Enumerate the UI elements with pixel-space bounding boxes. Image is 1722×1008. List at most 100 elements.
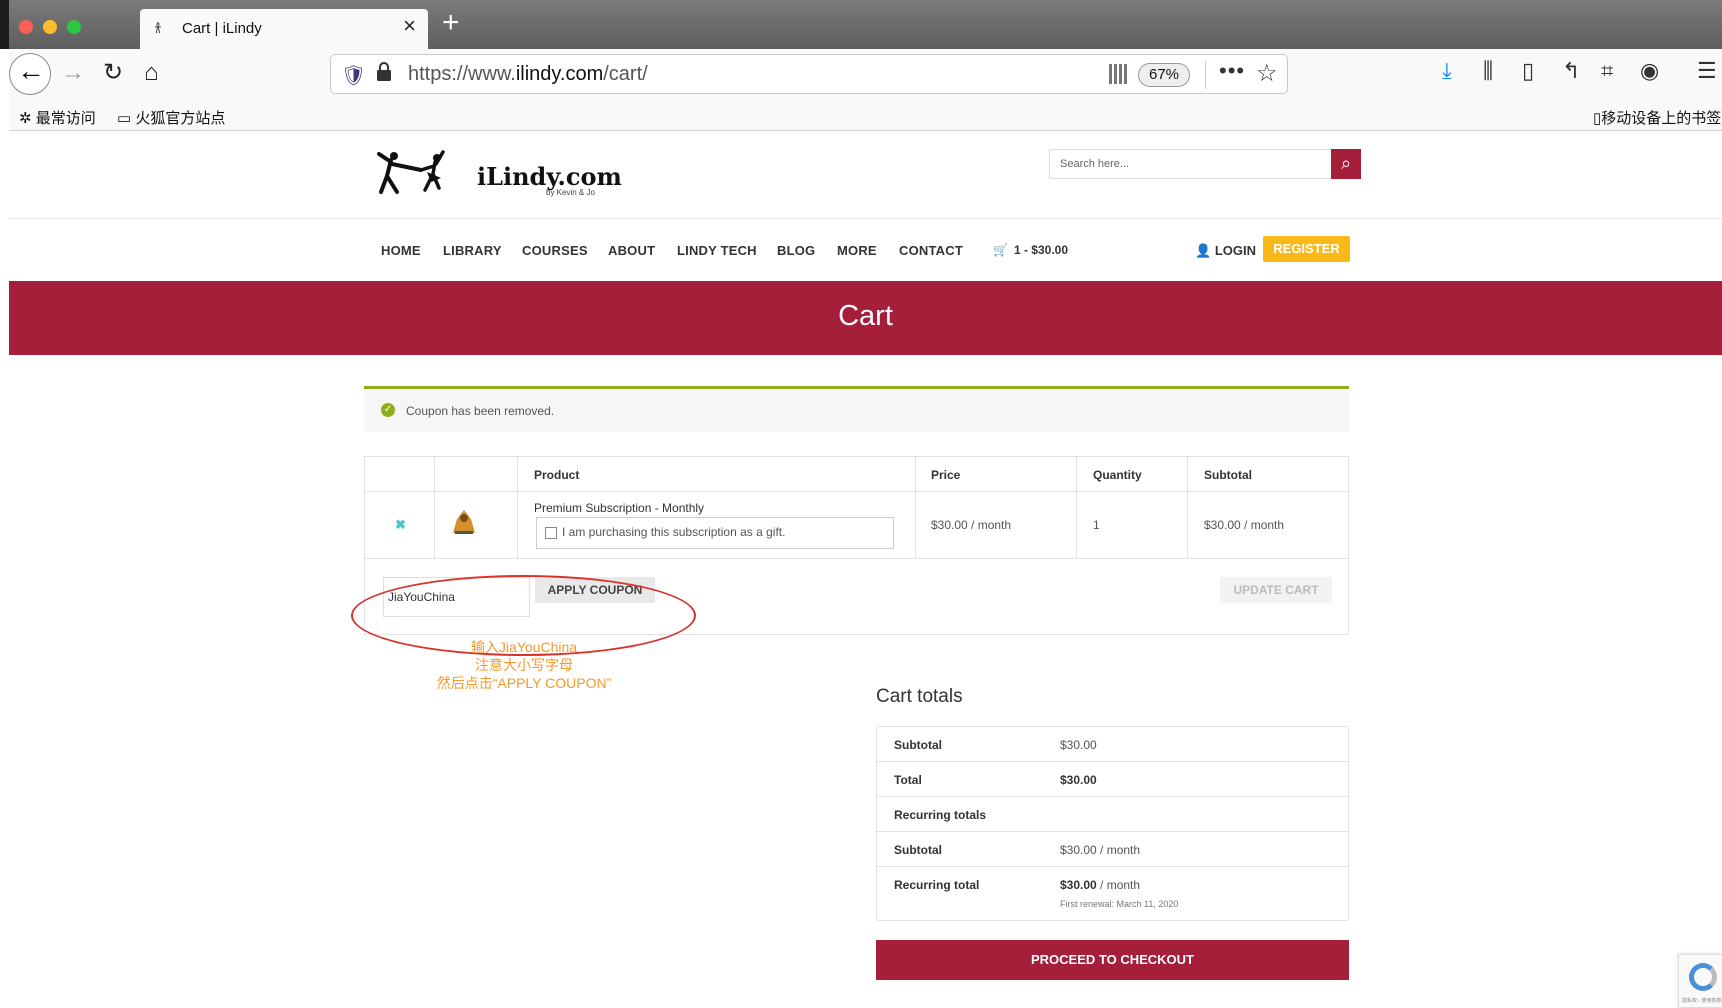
product-name[interactable]: Premium Subscription - Monthly bbox=[534, 501, 704, 515]
proceed-to-checkout-button[interactable]: PROCEED TO CHECKOUT bbox=[876, 940, 1349, 980]
crop-icon[interactable]: ⌗ bbox=[1601, 60, 1613, 82]
home-button[interactable]: ⌂ bbox=[144, 61, 159, 85]
bookmarks-bar: ✲ 最常访问 ▭ 火狐官方站点 ▯移动设备上的书签 bbox=[9, 103, 1722, 131]
browser-toolbar: ← → ↻ ⌂ 🛡 https://www.ilindy.com/cart/ 6… bbox=[9, 49, 1722, 103]
tab-title: Cart | iLindy bbox=[182, 20, 262, 37]
forward-button[interactable]: → bbox=[61, 61, 85, 85]
recurring-subtotal-label: Subtotal bbox=[894, 843, 942, 857]
coupon-notice: ✓ Coupon has been removed. bbox=[364, 386, 1349, 432]
divider bbox=[365, 491, 1348, 492]
gift-option: I am purchasing this subscription as a g… bbox=[536, 517, 894, 549]
library-icon[interactable]: ⫼ bbox=[1483, 60, 1493, 82]
cart-totals-title: Cart totals bbox=[876, 686, 963, 707]
header-price: Price bbox=[931, 468, 961, 482]
maximize-window-button[interactable] bbox=[67, 20, 81, 34]
total-amount: $30.00 bbox=[1060, 773, 1097, 787]
bookmark-most-visited[interactable]: ✲ 最常访问 bbox=[19, 107, 96, 128]
recurring-totals-label: Recurring totals bbox=[894, 808, 987, 822]
nav-contact[interactable]: CONTACT bbox=[899, 243, 963, 258]
recaptcha-icon bbox=[1689, 963, 1717, 991]
url-text[interactable]: https://www.ilindy.com/cart/ bbox=[408, 63, 648, 86]
gift-label: I am purchasing this subscription as a g… bbox=[562, 525, 786, 539]
nav-login[interactable]: 👤 LOGIN bbox=[1195, 243, 1256, 259]
menu-icon[interactable]: ☰ bbox=[1697, 60, 1717, 82]
user-icon: 👤 bbox=[1195, 243, 1212, 258]
nav-blog[interactable]: BLOG bbox=[777, 243, 815, 258]
subtotal-label: Subtotal bbox=[894, 738, 942, 752]
cart-totals-table: Subtotal $30.00 Total $30.00 Recurring t… bbox=[876, 726, 1349, 921]
first-renewal: First renewal: March 11, 2020 bbox=[1060, 899, 1179, 909]
nav-home[interactable]: HOME bbox=[381, 243, 421, 258]
site-header: iLindy.com by Kevin & Jo ⌕ bbox=[9, 131, 1722, 219]
nav-cart[interactable]: 🛒 1 - $30.00 bbox=[993, 243, 1068, 257]
mobile-bookmarks[interactable]: ▯移动设备上的书签 bbox=[1593, 107, 1721, 128]
recaptcha-text[interactable]: 隐私权 - 使用条款 bbox=[1682, 997, 1721, 1004]
sidebar-icon[interactable]: ▯ bbox=[1522, 60, 1534, 82]
tab-cart[interactable]: 𐀪 Cart | iLindy × bbox=[140, 9, 428, 49]
divider bbox=[877, 866, 1348, 867]
recurring-total-label: Recurring total bbox=[894, 878, 980, 892]
url-path: /cart/ bbox=[603, 63, 648, 85]
account-icon[interactable]: ◉ bbox=[1640, 60, 1659, 82]
remove-item-icon[interactable]: ✖ bbox=[395, 517, 406, 533]
nav-library[interactable]: LIBRARY bbox=[443, 243, 502, 258]
item-quantity[interactable]: 1 bbox=[1093, 518, 1100, 532]
qr-code-icon[interactable] bbox=[1109, 64, 1129, 84]
update-cart-button[interactable]: UPDATE CART bbox=[1220, 577, 1332, 603]
bookmark-firefox-sites[interactable]: ▭ 火狐官方站点 bbox=[117, 107, 225, 128]
nav-more[interactable]: MORE bbox=[837, 243, 877, 258]
recurring-total-amount: $30.00 bbox=[1060, 878, 1097, 892]
annotation-line: 然后点击“APPLY COUPON” bbox=[436, 675, 612, 691]
page-banner: Cart bbox=[9, 281, 1722, 355]
register-button[interactable]: REGISTER bbox=[1263, 236, 1350, 262]
annotation-text: 输入JiaYouChina 注意大小写字母 然后点击“APPLY COUPON” bbox=[404, 638, 644, 692]
download-icon[interactable]: ⤓ bbox=[1442, 60, 1452, 82]
url-prefix: https://www. bbox=[408, 63, 516, 85]
recurring-total-period: / month bbox=[1096, 878, 1141, 892]
gift-checkbox[interactable] bbox=[545, 527, 557, 539]
nav-lindy-tech[interactable]: LINDY TECH bbox=[677, 243, 757, 258]
new-tab-button[interactable]: + bbox=[442, 8, 460, 38]
annotation-line: 输入JiaYouChina bbox=[470, 639, 578, 655]
nav-about[interactable]: ABOUT bbox=[608, 243, 655, 258]
url-domain: ilindy.com bbox=[515, 63, 604, 85]
divider bbox=[877, 831, 1348, 832]
divider bbox=[1205, 61, 1206, 89]
reload-button[interactable]: ↻ bbox=[103, 61, 123, 85]
divider bbox=[877, 796, 1348, 797]
check-icon: ✓ bbox=[381, 403, 395, 417]
nav-courses[interactable]: COURSES bbox=[522, 243, 588, 258]
item-subtotal: $30.00 / month bbox=[1204, 518, 1285, 532]
back-button[interactable]: ← bbox=[9, 53, 51, 95]
recaptcha-badge[interactable]: 隐私权 - 使用条款 bbox=[1678, 954, 1722, 1008]
cart-summary: 1 - $30.00 bbox=[1013, 243, 1068, 257]
address-bar[interactable]: 🛡 https://www.ilindy.com/cart/ 67% ••• ☆ bbox=[330, 54, 1288, 94]
divider bbox=[915, 457, 916, 558]
search-input[interactable] bbox=[1049, 149, 1338, 179]
header-subtotal: Subtotal bbox=[1204, 468, 1252, 482]
bookmark-label: 火狐官方站点 bbox=[135, 110, 226, 127]
zoom-level-button[interactable]: 67% bbox=[1138, 63, 1190, 87]
search-button[interactable]: ⌕ bbox=[1331, 149, 1361, 179]
bookmark-star-icon[interactable]: ☆ bbox=[1256, 59, 1278, 88]
logo-name[interactable]: iLindy.com bbox=[477, 162, 622, 191]
header-product: Product bbox=[534, 468, 580, 482]
subtotal-value: $30.00 bbox=[1060, 738, 1097, 752]
annotation-line: 注意大小写字母 bbox=[475, 657, 573, 673]
divider bbox=[1187, 457, 1188, 558]
cart-icon: 🛒 bbox=[993, 243, 1008, 257]
login-label: LOGIN bbox=[1214, 243, 1256, 258]
dancers-logo-icon[interactable] bbox=[377, 148, 467, 200]
lock-icon[interactable] bbox=[376, 62, 392, 82]
page-actions-icon[interactable]: ••• bbox=[1219, 58, 1245, 84]
product-thumbnail[interactable] bbox=[449, 507, 479, 537]
reply-icon[interactable]: ↰ bbox=[1562, 60, 1580, 82]
tracking-shield-icon[interactable]: 🛡 bbox=[341, 63, 366, 88]
search-icon: ⌕ bbox=[1340, 153, 1352, 173]
close-window-button[interactable] bbox=[19, 20, 33, 34]
header-quantity: Quantity bbox=[1093, 468, 1142, 482]
divider bbox=[517, 457, 518, 558]
tab-close-icon[interactable]: × bbox=[403, 15, 416, 37]
logo-subtitle: by Kevin & Jo bbox=[546, 188, 595, 197]
minimize-window-button[interactable] bbox=[43, 20, 57, 34]
